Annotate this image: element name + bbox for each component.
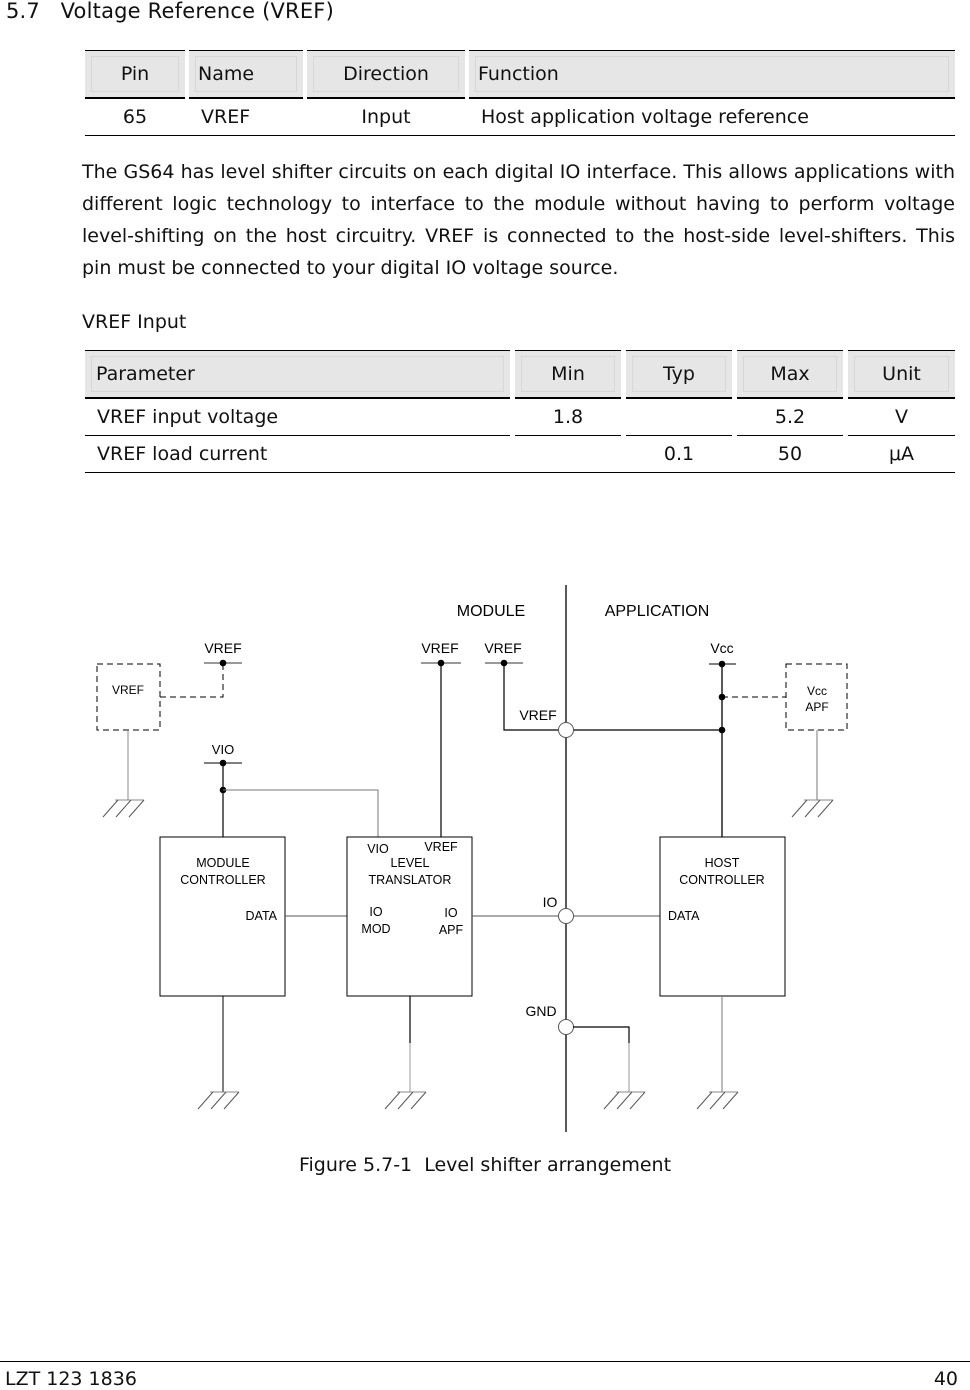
io-connector-node: IO <box>543 894 660 924</box>
level-translator-block: VIO VREF LEVEL TRANSLATOR IO MOD IO APF <box>346 836 559 997</box>
figure-caption: Figure 5.7-1 Level shifter arrangement <box>298 1154 672 1176</box>
ground-icon <box>603 1091 646 1110</box>
cell-function: Host application voltage reference <box>469 99 955 136</box>
section-title: 5.7 Voltage Reference (VREF) <box>6 0 334 23</box>
footer-page-number: 40 <box>933 1368 958 1390</box>
cell-typ <box>626 399 732 436</box>
header-name: Name <box>195 56 297 92</box>
module-controller-line1: MODULE <box>196 856 249 870</box>
vref-rail-mid: VREF VREF <box>421 640 559 837</box>
cell-max: 5.2 <box>737 399 843 436</box>
ground-icon <box>197 1091 240 1110</box>
vref-left-label: VREF <box>204 640 241 656</box>
table-row: VREF input voltage 1.8 5.2 V <box>85 399 955 436</box>
module-controller-line2: CONTROLLER <box>180 873 265 887</box>
translator-vref: VREF <box>424 840 458 854</box>
vio-label: VIO <box>212 742 234 757</box>
vref-connector-node: VREF <box>519 707 722 738</box>
header-function: Function <box>475 56 949 92</box>
vcc-apf-line2: APF <box>805 700 828 714</box>
cell-parameter: VREF input voltage <box>85 399 510 436</box>
cell-pin: 65 <box>85 99 185 136</box>
vref-node-label: VREF <box>519 707 556 723</box>
header-min: Min <box>521 356 615 392</box>
module-data-port: DATA <box>246 909 278 923</box>
optional-vref-source: VREF <box>96 663 224 800</box>
vcc-label: Vcc <box>710 640 733 656</box>
cell-direction: Input <box>307 99 465 136</box>
io-node-label: IO <box>543 894 558 910</box>
translator-io-mod-1: IO <box>369 905 382 919</box>
host-controller-block: HOST CONTROLLER DATA <box>659 836 786 997</box>
vref-rail-left: VREF <box>204 640 242 667</box>
table-row: VREF load current 0.1 50 μA <box>85 436 955 473</box>
optional-vcc-apf: Vcc APF <box>785 663 848 800</box>
cell-min: 1.8 <box>515 399 621 436</box>
ground-icon <box>384 1091 427 1110</box>
gnd-connector-node: GND <box>525 1003 630 1092</box>
footer-divider <box>0 1361 970 1362</box>
footer-document-number: LZT 123 1836 <box>5 1368 137 1390</box>
header-direction: Direction <box>313 56 459 92</box>
vref-mid1-label: VREF <box>421 640 458 656</box>
cell-max: 50 <box>737 436 843 473</box>
cell-parameter: VREF load current <box>85 436 510 473</box>
label-application: APPLICATION <box>605 603 710 620</box>
header-parameter: Parameter <box>91 356 504 392</box>
gnd-node-label: GND <box>525 1003 556 1019</box>
cell-unit: V <box>848 399 955 436</box>
table-row: 65 VREF Input Host application voltage r… <box>85 99 955 136</box>
param-table-header: Parameter Min Typ Max Unit <box>85 350 955 399</box>
vio-rail: VIO <box>204 742 379 837</box>
vref-parameter-table: Parameter Min Typ Max Unit VREF input vo… <box>85 350 955 473</box>
cell-name: VREF <box>189 99 303 136</box>
host-controller-line1: HOST <box>705 856 740 870</box>
level-shifter-diagram: MODULE APPLICATION VREF VREF VIO VREF VR… <box>96 585 848 1132</box>
vcc-rail: Vcc <box>709 640 786 837</box>
ground-icon <box>102 799 145 818</box>
pin-table: Pin Name Direction Function 65 VREF Inpu… <box>85 50 955 136</box>
body-paragraph: The GS64 has level shifter circuits on e… <box>82 156 955 284</box>
header-pin: Pin <box>91 56 179 92</box>
cell-typ: 0.1 <box>626 436 732 473</box>
cell-min <box>515 436 621 473</box>
host-controller-line2: CONTROLLER <box>679 873 764 887</box>
paragraph-text: The GS64 has level shifter circuits on e… <box>82 161 955 279</box>
translator-io-apf-2: APF <box>439 923 464 937</box>
translator-io-mod-2: MOD <box>361 922 390 936</box>
vref-input-label: VREF Input <box>82 311 187 333</box>
host-data-port: DATA <box>668 909 700 923</box>
header-typ: Typ <box>632 356 726 392</box>
translator-vio: VIO <box>367 842 389 856</box>
translator-io-apf-1: IO <box>444 906 457 920</box>
ground-icon <box>791 799 834 818</box>
label-module: MODULE <box>457 603 525 620</box>
header-max: Max <box>743 356 837 392</box>
ground-icon <box>696 1091 739 1110</box>
vref-mid2-label: VREF <box>484 640 521 656</box>
header-unit: Unit <box>854 356 949 392</box>
cell-unit: μA <box>848 436 955 473</box>
vcc-apf-line1: Vcc <box>807 684 827 698</box>
translator-line2: TRANSLATOR <box>369 873 452 887</box>
vref-source-label: VREF <box>112 683 144 697</box>
module-controller-block: MODULE CONTROLLER DATA <box>159 836 347 997</box>
translator-line1: LEVEL <box>391 856 430 870</box>
pin-table-header: Pin Name Direction Function <box>85 50 955 99</box>
